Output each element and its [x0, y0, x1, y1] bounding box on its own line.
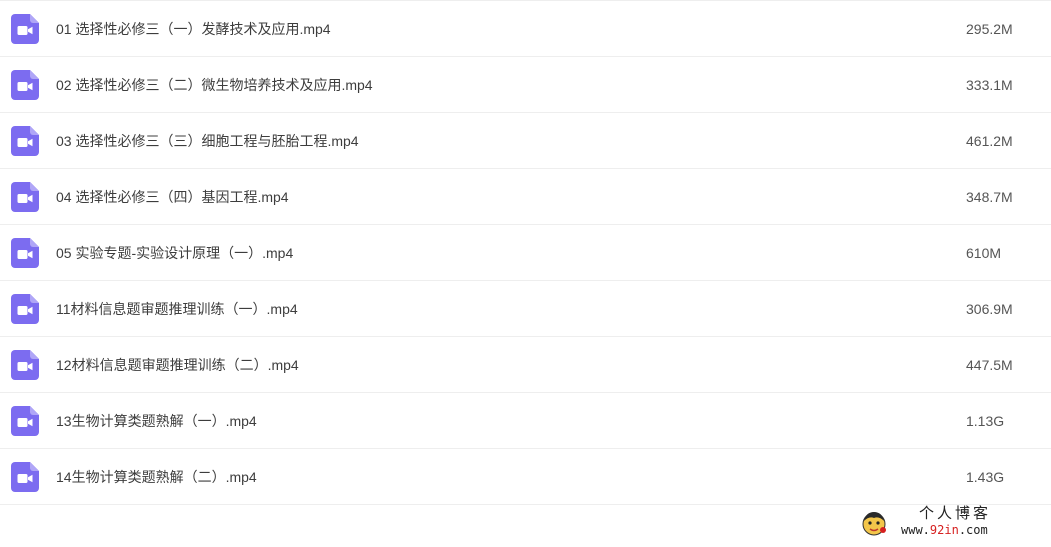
file-name[interactable]: 03 选择性必修三（三）细胞工程与胚胎工程.mp4	[56, 113, 359, 169]
video-file-icon	[11, 181, 39, 212]
file-name[interactable]: 04 选择性必修三（四）基因工程.mp4	[56, 169, 289, 225]
video-file-icon	[11, 237, 39, 268]
watermark: 个人博客 www.92in.com	[861, 504, 1031, 540]
watermark-url-prefix: www.	[901, 523, 930, 537]
video-file-icon	[11, 69, 39, 100]
file-size: 333.1M	[966, 77, 1013, 93]
file-name[interactable]: 05 实验专题-实验设计原理（一）.mp4	[56, 225, 293, 281]
file-size: 461.2M	[966, 133, 1013, 149]
file-size: 447.5M	[966, 357, 1013, 373]
file-name[interactable]: 14生物计算类题熟解（二）.mp4	[56, 449, 257, 505]
file-row[interactable]: 03 选择性必修三（三）细胞工程与胚胎工程.mp4 461.2M	[0, 113, 1051, 169]
file-row[interactable]: 01 选择性必修三（一）发酵技术及应用.mp4 295.2M	[0, 0, 1051, 57]
file-row[interactable]: 14生物计算类题熟解（二）.mp4 1.43G	[0, 449, 1051, 505]
video-file-icon	[11, 405, 39, 436]
file-size: 1.13G	[966, 413, 1005, 429]
file-size: 306.9M	[966, 301, 1013, 317]
video-file-icon	[11, 13, 39, 44]
file-row[interactable]: 12材料信息题审题推理训练（二）.mp4 447.5M	[0, 337, 1051, 393]
video-file-icon	[11, 125, 39, 156]
file-size: 295.2M	[966, 21, 1013, 37]
video-file-icon	[11, 461, 39, 492]
file-row[interactable]: 13生物计算类题熟解（一）.mp4 1.13G	[0, 393, 1051, 449]
file-row[interactable]: 02 选择性必修三（二）微生物培养技术及应用.mp4 333.1M	[0, 57, 1051, 113]
file-name[interactable]: 12材料信息题审题推理训练（二）.mp4	[56, 337, 299, 393]
file-size: 1.43G	[966, 469, 1005, 485]
watermark-url: www.92in.com	[901, 523, 988, 537]
file-size: 610M	[966, 245, 1002, 261]
file-name[interactable]: 11材料信息题审题推理训练（一）.mp4	[56, 281, 298, 337]
video-file-icon	[11, 349, 39, 380]
watermark-title: 个人博客	[919, 504, 992, 522]
file-name[interactable]: 02 选择性必修三（二）微生物培养技术及应用.mp4	[56, 57, 373, 113]
file-list: 01 选择性必修三（一）发酵技术及应用.mp4 295.2M 02 选择性必修三…	[0, 0, 1051, 505]
file-size: 348.7M	[966, 189, 1013, 205]
file-row[interactable]: 11材料信息题审题推理训练（一）.mp4 306.9M	[0, 281, 1051, 337]
file-name[interactable]: 13生物计算类题熟解（一）.mp4	[56, 393, 257, 449]
video-file-icon	[11, 293, 39, 324]
file-row[interactable]: 04 选择性必修三（四）基因工程.mp4 348.7M	[0, 169, 1051, 225]
face-logo-icon	[862, 512, 886, 536]
file-name[interactable]: 01 选择性必修三（一）发酵技术及应用.mp4	[56, 1, 331, 57]
watermark-url-suffix: .com	[958, 523, 988, 537]
watermark-url-highlight: 92in	[929, 523, 959, 537]
file-row[interactable]: 05 实验专题-实验设计原理（一）.mp4 610M	[0, 225, 1051, 281]
